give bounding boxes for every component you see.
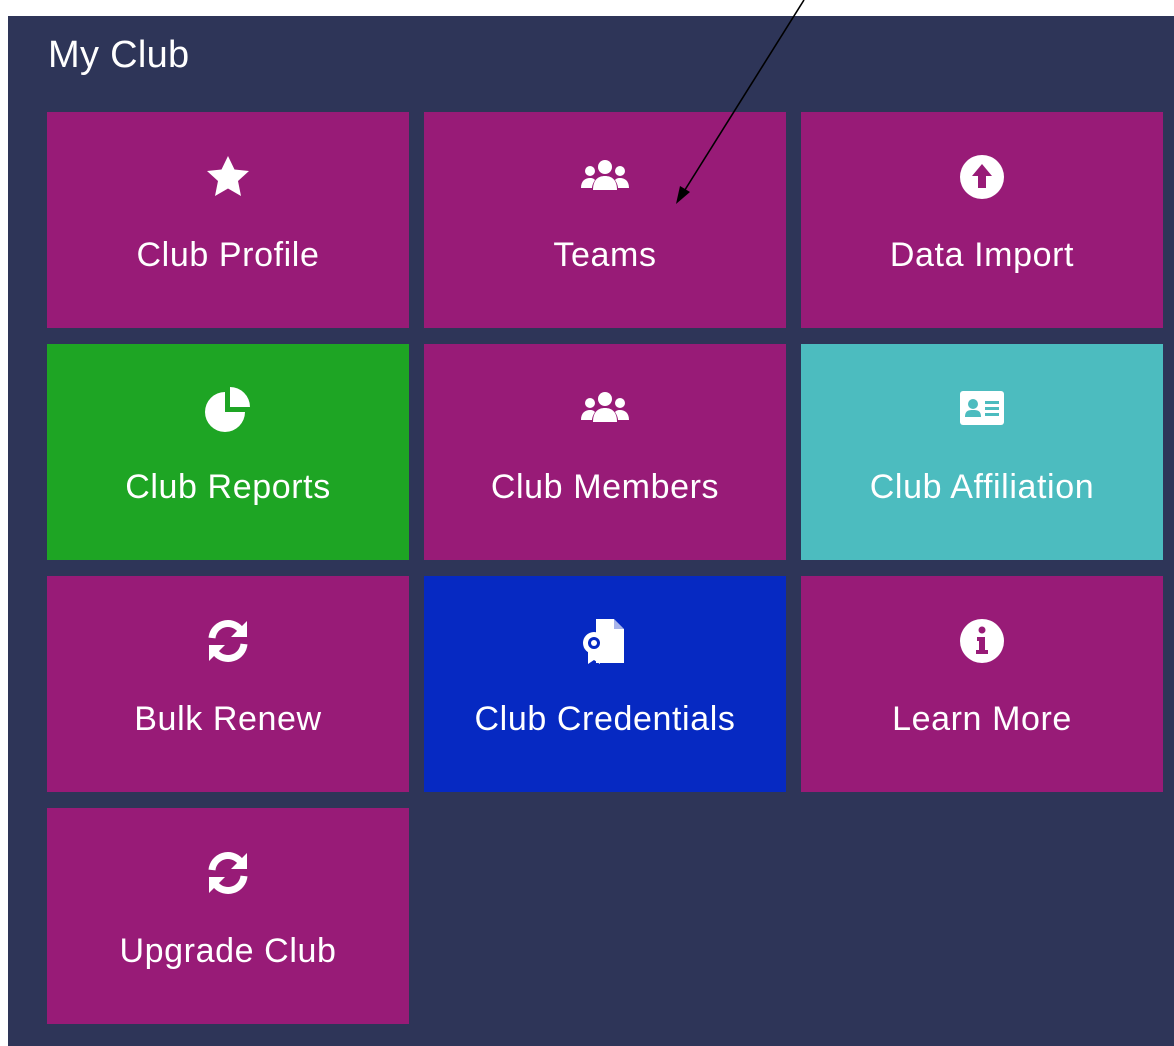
certificate-file-icon bbox=[424, 614, 786, 668]
tile-club-profile[interactable]: Club Profile bbox=[47, 112, 409, 328]
tile-label: Club Profile bbox=[136, 236, 320, 274]
tile-label: Club Credentials bbox=[474, 700, 736, 738]
tile-data-import[interactable]: Data Import bbox=[801, 112, 1163, 328]
tile-learn-more[interactable]: Learn More bbox=[801, 576, 1163, 792]
tile-label: Upgrade Club bbox=[119, 932, 337, 970]
tile-bulk-renew[interactable]: Bulk Renew bbox=[47, 576, 409, 792]
my-club-panel: My Club Club Profile Teams Data Import C… bbox=[8, 16, 1174, 1046]
tile-teams[interactable]: Teams bbox=[424, 112, 786, 328]
info-circle-icon bbox=[801, 614, 1163, 668]
tile-label: Bulk Renew bbox=[134, 700, 322, 738]
sync-icon bbox=[47, 614, 409, 668]
tile-upgrade-club[interactable]: Upgrade Club bbox=[47, 808, 409, 1024]
tile-label: Learn More bbox=[892, 700, 1072, 738]
panel-title: My Club bbox=[48, 34, 190, 76]
tile-club-members[interactable]: Club Members bbox=[424, 344, 786, 560]
tile-label: Data Import bbox=[889, 236, 1075, 274]
tile-label: Teams bbox=[553, 236, 657, 274]
star-icon bbox=[47, 150, 409, 204]
tile-club-credentials[interactable]: Club Credentials bbox=[424, 576, 786, 792]
tile-label: Club Members bbox=[490, 468, 720, 506]
upload-circle-icon bbox=[801, 150, 1163, 204]
tile-club-reports[interactable]: Club Reports bbox=[47, 344, 409, 560]
sync-icon bbox=[47, 846, 409, 900]
tile-label: Club Affiliation bbox=[869, 468, 1095, 506]
tile-club-affiliation[interactable]: Club Affiliation bbox=[801, 344, 1163, 560]
users-icon bbox=[424, 382, 786, 436]
pie-chart-icon bbox=[47, 382, 409, 436]
id-card-icon bbox=[801, 382, 1163, 436]
tile-label: Club Reports bbox=[125, 468, 331, 506]
users-icon bbox=[424, 150, 786, 204]
